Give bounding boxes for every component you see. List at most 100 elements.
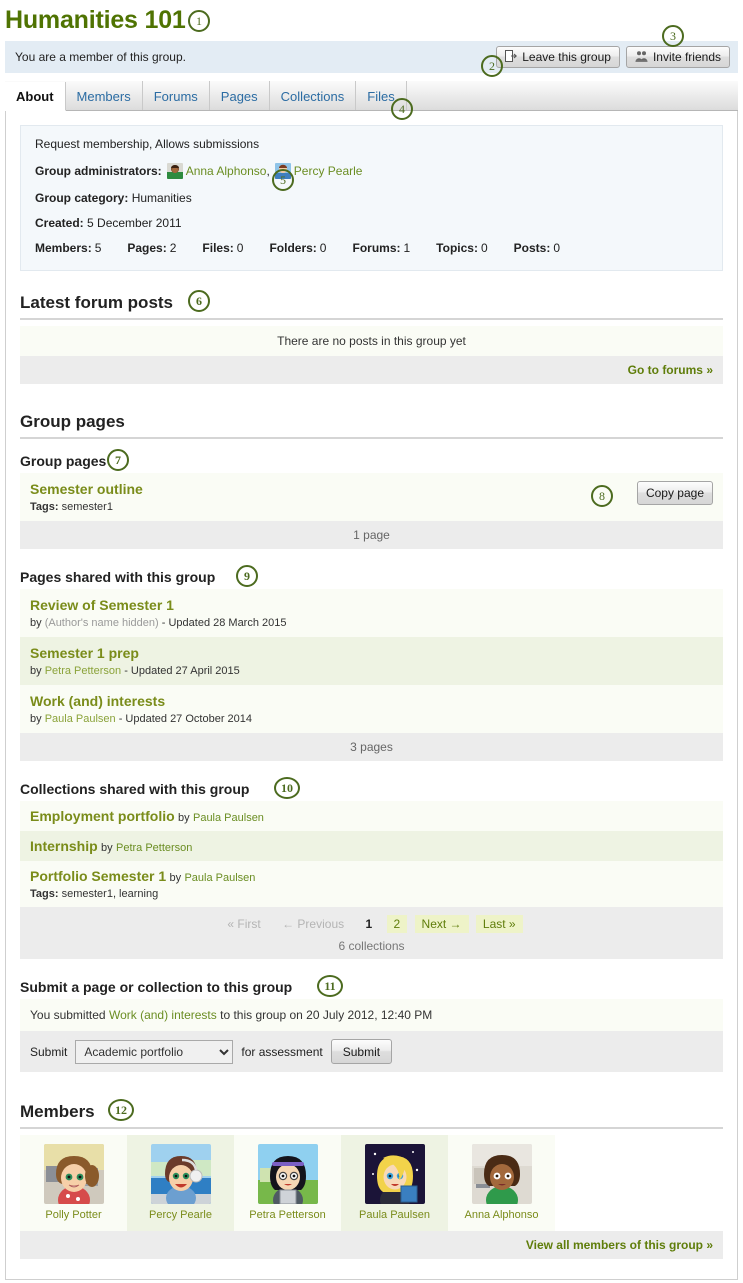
annotation-6: 6: [188, 290, 210, 312]
pagination-first[interactable]: « First: [220, 915, 267, 933]
shared-page-title-link[interactable]: Review of Semester 1: [30, 597, 174, 613]
shared-page-title-link[interactable]: Work (and) interests: [30, 693, 165, 709]
stat-topics: Topics:0: [436, 242, 487, 254]
member-name[interactable]: Petra Petterson: [238, 1209, 337, 1221]
annotation-12: 12: [108, 1099, 134, 1121]
collection-tags-label: Tags:: [30, 888, 59, 900]
group-created-line: Created: 5 December 2011: [35, 217, 708, 229]
shared-collections-subtitle: Collections shared with this group: [20, 781, 249, 797]
member-card[interactable]: Petra Petterson: [234, 1135, 341, 1231]
shared-page-by-label: by: [30, 713, 42, 725]
shared-pages-subtitle: Pages shared with this group: [20, 569, 215, 585]
member-card[interactable]: Paula Paulsen: [341, 1135, 448, 1231]
admin-link-percy-pearle[interactable]: Percy Pearle: [294, 165, 363, 177]
group-page-title-link[interactable]: Semester outline: [30, 481, 143, 497]
group-page-row: Semester outline Tags: semester1 Copy pa…: [20, 473, 723, 521]
group-created-label: Created:: [35, 217, 84, 229]
latest-forum-posts-title: Latest forum posts: [20, 293, 173, 312]
shared-page-title-link[interactable]: Semester 1 prep: [30, 645, 139, 661]
stat-forums: Forums:1: [352, 242, 410, 254]
membership-message: You are a member of this group.: [15, 50, 496, 64]
collection-title-link[interactable]: Employment portfolio: [30, 808, 175, 824]
tab-pages[interactable]: Pages: [210, 81, 270, 110]
stat-posts: Posts:0: [514, 242, 560, 254]
group-category-label: Group category:: [35, 192, 128, 204]
pagination-page-1[interactable]: 1: [358, 915, 379, 933]
collection-author-link[interactable]: Paula Paulsen: [193, 812, 264, 824]
group-page-tags: Tags: semester1: [30, 501, 637, 513]
collection-title-link[interactable]: Portfolio Semester 1: [30, 868, 166, 884]
tab-forums[interactable]: Forums: [143, 81, 210, 110]
member-name[interactable]: Paula Paulsen: [345, 1209, 444, 1221]
submit-button[interactable]: Submit: [331, 1039, 392, 1064]
group-page-tags-label: Tags:: [30, 501, 59, 513]
annotation-10: 10: [274, 777, 300, 799]
pagination-last[interactable]: Last »: [476, 915, 523, 933]
member-name[interactable]: Percy Pearle: [131, 1209, 230, 1221]
submitted-prefix: You submitted: [30, 1008, 106, 1022]
shared-collection-row: Employment portfolio by Paula Paulsen: [20, 801, 723, 831]
pagination-previous[interactable]: ← Previous: [275, 915, 351, 933]
stat-folders-label: Folders:: [269, 241, 316, 255]
stat-forums-value: 1: [403, 241, 410, 255]
member-card[interactable]: Percy Pearle: [127, 1135, 234, 1231]
tab-members[interactable]: Members: [66, 81, 143, 110]
shared-page-author-link[interactable]: Petra Petterson: [45, 665, 121, 677]
invite-friends-label: Invite friends: [653, 50, 721, 64]
shared-page-author-link[interactable]: Paula Paulsen: [45, 713, 116, 725]
group-pages-section-title: Group pages: [20, 412, 125, 431]
member-card[interactable]: Polly Potter: [20, 1135, 127, 1231]
collection-tags-value: semester1, learning: [62, 888, 159, 900]
stat-topics-value: 0: [481, 241, 488, 255]
shared-page-byline: by Paula Paulsen - Updated 27 October 20…: [30, 713, 713, 725]
collection-by-label: by: [178, 812, 190, 824]
invite-friends-button[interactable]: Invite friends: [626, 46, 730, 68]
shared-collection-row: Portfolio Semester 1 by Paula Paulsen Ta…: [20, 861, 723, 907]
copy-page-button[interactable]: Copy page: [637, 481, 713, 505]
shared-page-row: Semester 1 prep by Petra Petterson - Upd…: [20, 637, 723, 685]
shared-collection-row: Internship by Petra Petterson: [20, 831, 723, 861]
stat-folders: Folders: 0: [269, 242, 326, 254]
stat-posts-value: 0: [553, 241, 560, 255]
group-stats-line: Members:5 Pages:2 Files:0 Folders:0 Foru…: [35, 242, 708, 254]
member-card[interactable]: Anna Alphonso: [448, 1135, 555, 1231]
pagination-page-2[interactable]: 2: [387, 915, 408, 933]
member-name[interactable]: Polly Potter: [24, 1209, 123, 1221]
stat-folders-value: 0: [320, 241, 327, 255]
members-title: Members: [20, 1102, 95, 1121]
group-page-info: Semester outline Tags: semester1: [30, 481, 637, 513]
stat-files: Files:0: [202, 242, 243, 254]
shared-collections-subheading: Collections shared with this group 10: [20, 781, 723, 797]
friends-icon: [635, 50, 648, 64]
collection-title-link[interactable]: Internship: [30, 838, 98, 854]
tab-about[interactable]: About: [5, 82, 66, 111]
tab-members-label: Members: [77, 89, 131, 104]
submitted-item-link[interactable]: Work (and) interests: [109, 1008, 217, 1022]
submitted-suffix: to this group on 20 July 2012, 12:40 PM: [220, 1008, 432, 1022]
pagination-next[interactable]: Next →: [415, 915, 469, 933]
shared-page-updated: - Updated 28 March 2015: [162, 617, 287, 629]
leave-this-group-button[interactable]: Leave this group: [496, 46, 620, 68]
group-category-line: Group category: Humanities: [35, 192, 708, 204]
submit-portfolio-select[interactable]: Academic portfolio: [75, 1040, 233, 1064]
stat-posts-label: Posts:: [514, 241, 551, 255]
collection-by-label: by: [170, 872, 182, 884]
page-title: Humanities 101: [5, 6, 743, 35]
shared-page-by-label: by: [30, 665, 42, 677]
tab-collections[interactable]: Collections: [270, 81, 357, 110]
submit-subtitle: Submit a page or collection to this grou…: [20, 979, 292, 995]
member-name[interactable]: Anna Alphonso: [452, 1209, 551, 1221]
tab-files[interactable]: Files: [356, 81, 406, 110]
go-to-forums-link[interactable]: Go to forums »: [628, 363, 713, 377]
submit-label-after: for assessment: [241, 1045, 322, 1059]
collection-author-link[interactable]: Paula Paulsen: [184, 872, 255, 884]
shared-page-row: Review of Semester 1 by (Author's name h…: [20, 589, 723, 637]
avatar-anna-alphonso: [472, 1144, 532, 1204]
collection-author-link[interactable]: Petra Petterson: [116, 842, 192, 854]
admin-link-anna-alphonso[interactable]: Anna Alphonso: [186, 165, 267, 177]
view-all-members-link[interactable]: View all members of this group »: [526, 1238, 713, 1252]
collections-count: 6 collections: [26, 939, 717, 953]
collection-tags: Tags: semester1, learning: [30, 888, 713, 900]
annotation-7: 7: [107, 449, 129, 471]
submitted-notice: You submitted Work (and) interests to th…: [20, 999, 723, 1031]
